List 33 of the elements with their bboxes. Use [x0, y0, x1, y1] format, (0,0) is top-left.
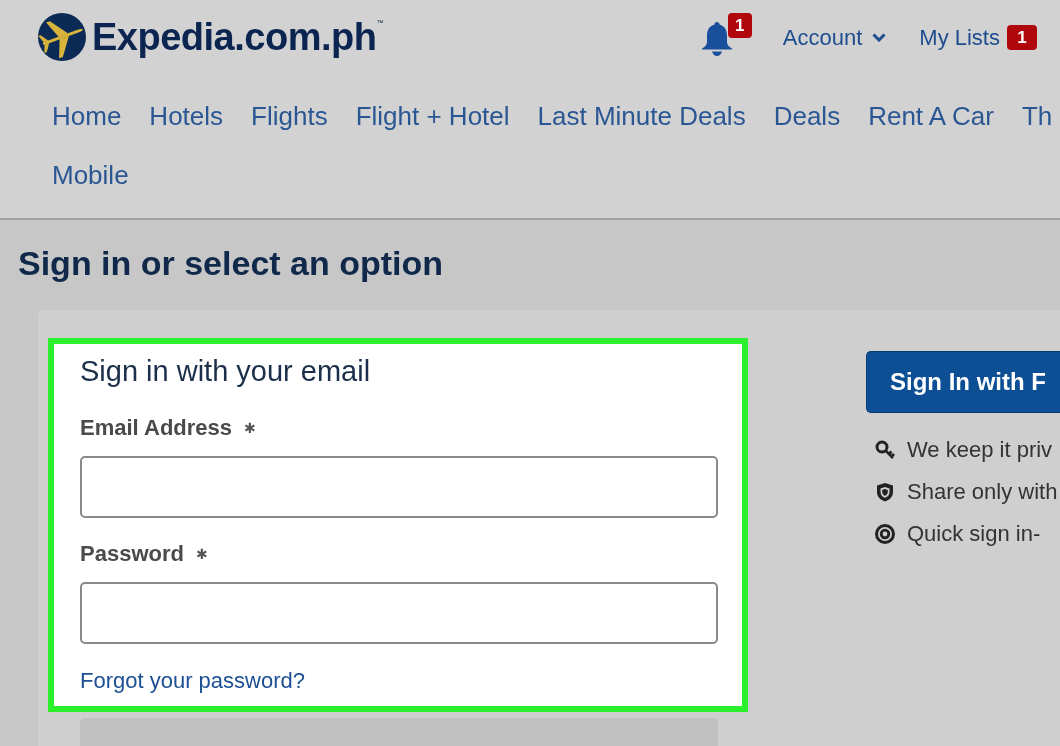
required-mark: ✱ — [195, 545, 208, 564]
nav-link[interactable]: Deals — [773, 101, 841, 131]
logo-text[interactable]: Expedia.com.ph$^{™}$ — [92, 13, 383, 61]
nav-link[interactable]: Flights — [251, 101, 328, 131]
nav-link[interactable]: Home — [52, 101, 122, 131]
benefit-text: We keep it priv — [907, 437, 1053, 463]
ring-icon — [875, 524, 895, 544]
airplane-logo-icon — [38, 13, 86, 61]
field-label: Password — [80, 541, 184, 567]
field-label: Email Address — [80, 415, 233, 441]
caret-icon — [872, 32, 887, 42]
bell-icon[interactable] — [701, 20, 732, 56]
forgot-password-link[interactable]: Forgot your password? — [80, 668, 305, 694]
facebook-sign-in-button[interactable]: Sign In with F — [866, 351, 1060, 413]
benefit-text: Share only with — [907, 479, 1058, 505]
nav-link[interactable]: Hotels — [149, 101, 224, 131]
required-mark: ✱ — [244, 419, 256, 438]
nav-link[interactable]: Mobile — [52, 160, 129, 190]
benefit-text: Quick sign in- — [907, 521, 1041, 547]
page-heading: Sign in or select an option — [18, 243, 444, 283]
input-field[interactable] — [80, 582, 718, 644]
form-title: Sign in with your email — [80, 355, 371, 387]
my-lists-link[interactable]: My Lists — [919, 20, 1000, 54]
count-badge: 1 — [1007, 24, 1037, 50]
notification-count-badge: 1 — [727, 13, 752, 38]
nav-link[interactable]: Rent A Car — [868, 101, 994, 131]
input-field[interactable] — [80, 456, 718, 518]
nav-link[interactable]: Flight + Hotel — [355, 101, 510, 131]
nav-link[interactable]: Last Minute Deals — [537, 101, 746, 131]
nav-link[interactable]: Th — [1021, 101, 1053, 131]
key-icon — [875, 440, 895, 460]
account-menu[interactable]: Account — [782, 20, 887, 54]
shield-icon — [875, 482, 895, 502]
